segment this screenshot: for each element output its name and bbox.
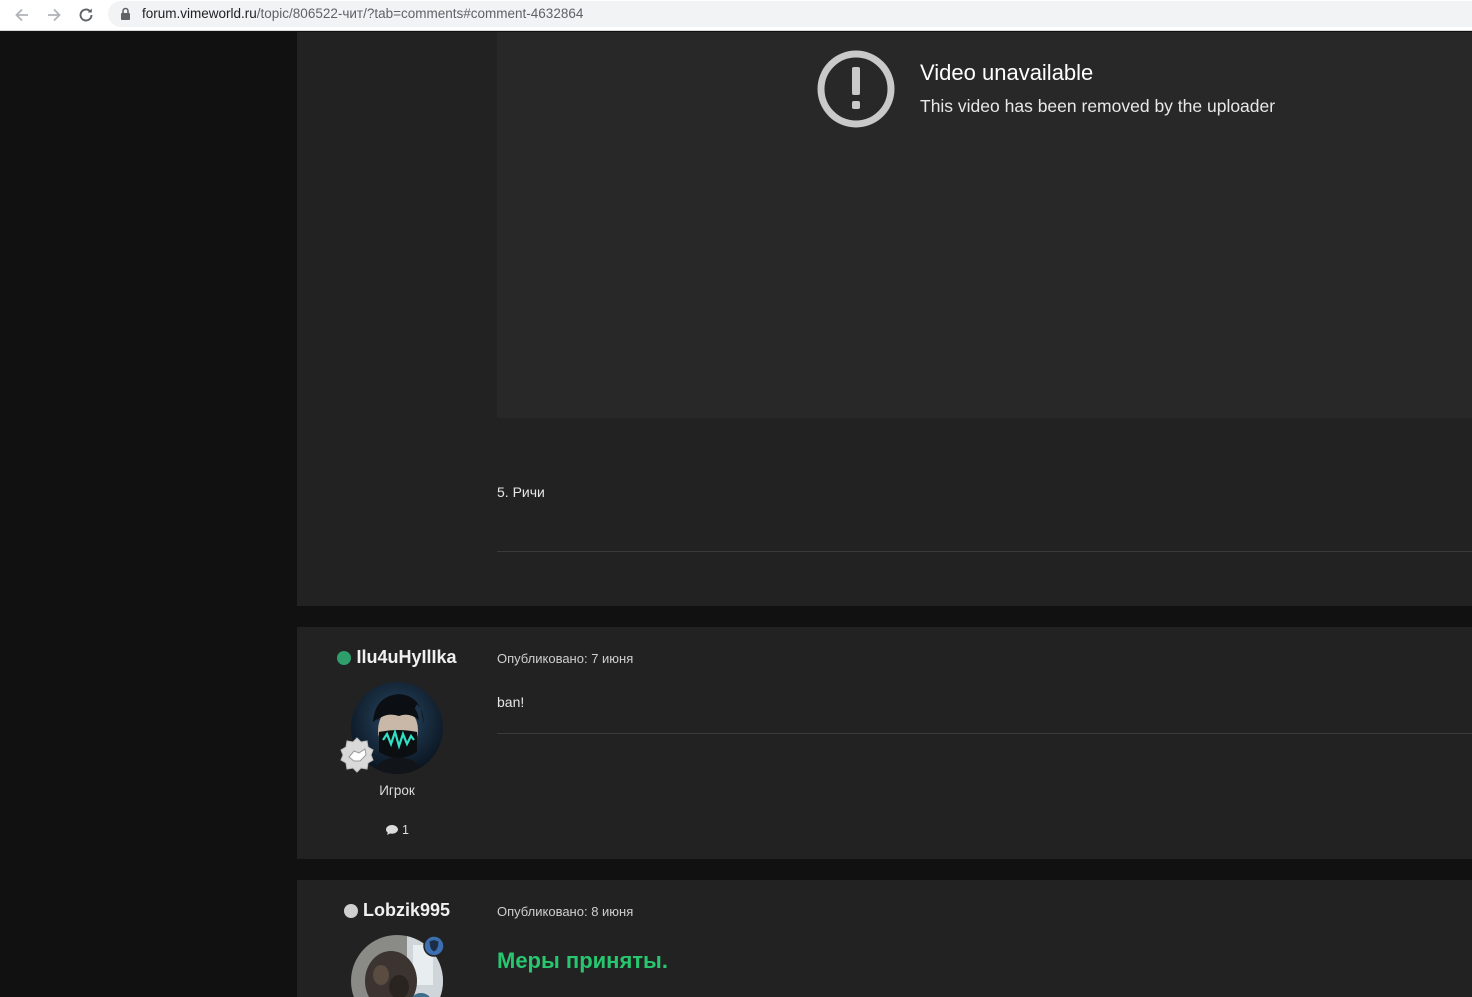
browser-toolbar: forum.vimeworld.ru/topic/806522-чит/?tab… (0, 0, 1472, 31)
post-date[interactable]: Опубликовано: 7 июня (497, 651, 633, 666)
comment-icon (386, 825, 399, 835)
video-error-title: Video unavailable (920, 60, 1094, 85)
url-path: /topic/806522-чит/?tab=comments#comment-… (256, 6, 584, 21)
reload-button[interactable] (74, 3, 98, 27)
url-text: forum.vimeworld.ru/topic/806522-чит/?tab… (142, 6, 583, 21)
author-name-link[interactable]: Lobzik995 (363, 900, 450, 921)
arrow-right-icon (48, 8, 61, 22)
exclamation-circle-icon (817, 50, 895, 128)
author-name-row: Ilu4uHyIlIka (297, 647, 497, 668)
arrow-left-icon (15, 8, 28, 22)
post-body: ban! (497, 694, 525, 710)
reload-icon (79, 8, 93, 22)
post-body: Меры приняты. (497, 948, 668, 973)
lock-icon (121, 7, 130, 20)
post-divider (497, 733, 1472, 734)
shield-badge-icon (423, 935, 445, 957)
post-count[interactable]: 1 (297, 823, 497, 837)
post-divider (497, 551, 1472, 552)
author-name-link[interactable]: Ilu4uHyIlIka (356, 647, 456, 668)
back-button[interactable] (10, 3, 34, 27)
video-error-subtitle: This video has been removed by the uploa… (920, 96, 1276, 116)
handshake-badge-icon (340, 737, 374, 773)
post-card: Lobzik995 Опубликовано: 8 июня Меры прин… (297, 880, 1472, 997)
video-embed[interactable]: Video unavailable This video has been re… (497, 32, 1472, 418)
offline-status-dot (343, 903, 358, 918)
post-date[interactable]: Опубликовано: 8 июня (497, 904, 633, 919)
post-card: Video unavailable This video has been re… (297, 32, 1472, 606)
post-count-value: 1 (402, 823, 409, 837)
online-status-dot (337, 650, 352, 665)
post-text-line: 5. Ричи (497, 484, 545, 500)
author-name-row: Lobzik995 (297, 900, 497, 921)
forum-page: Video unavailable This video has been re… (0, 32, 1472, 997)
post-card: Ilu4uHyIlIka Игрок 1 Опубликовано: 7 июн… (297, 627, 1472, 859)
url-host: forum.vimeworld.ru (142, 6, 257, 21)
forward-button[interactable] (42, 3, 66, 27)
address-bar[interactable]: forum.vimeworld.ru/topic/806522-чит/?tab… (108, 1, 1472, 27)
author-role: Игрок (379, 783, 415, 798)
